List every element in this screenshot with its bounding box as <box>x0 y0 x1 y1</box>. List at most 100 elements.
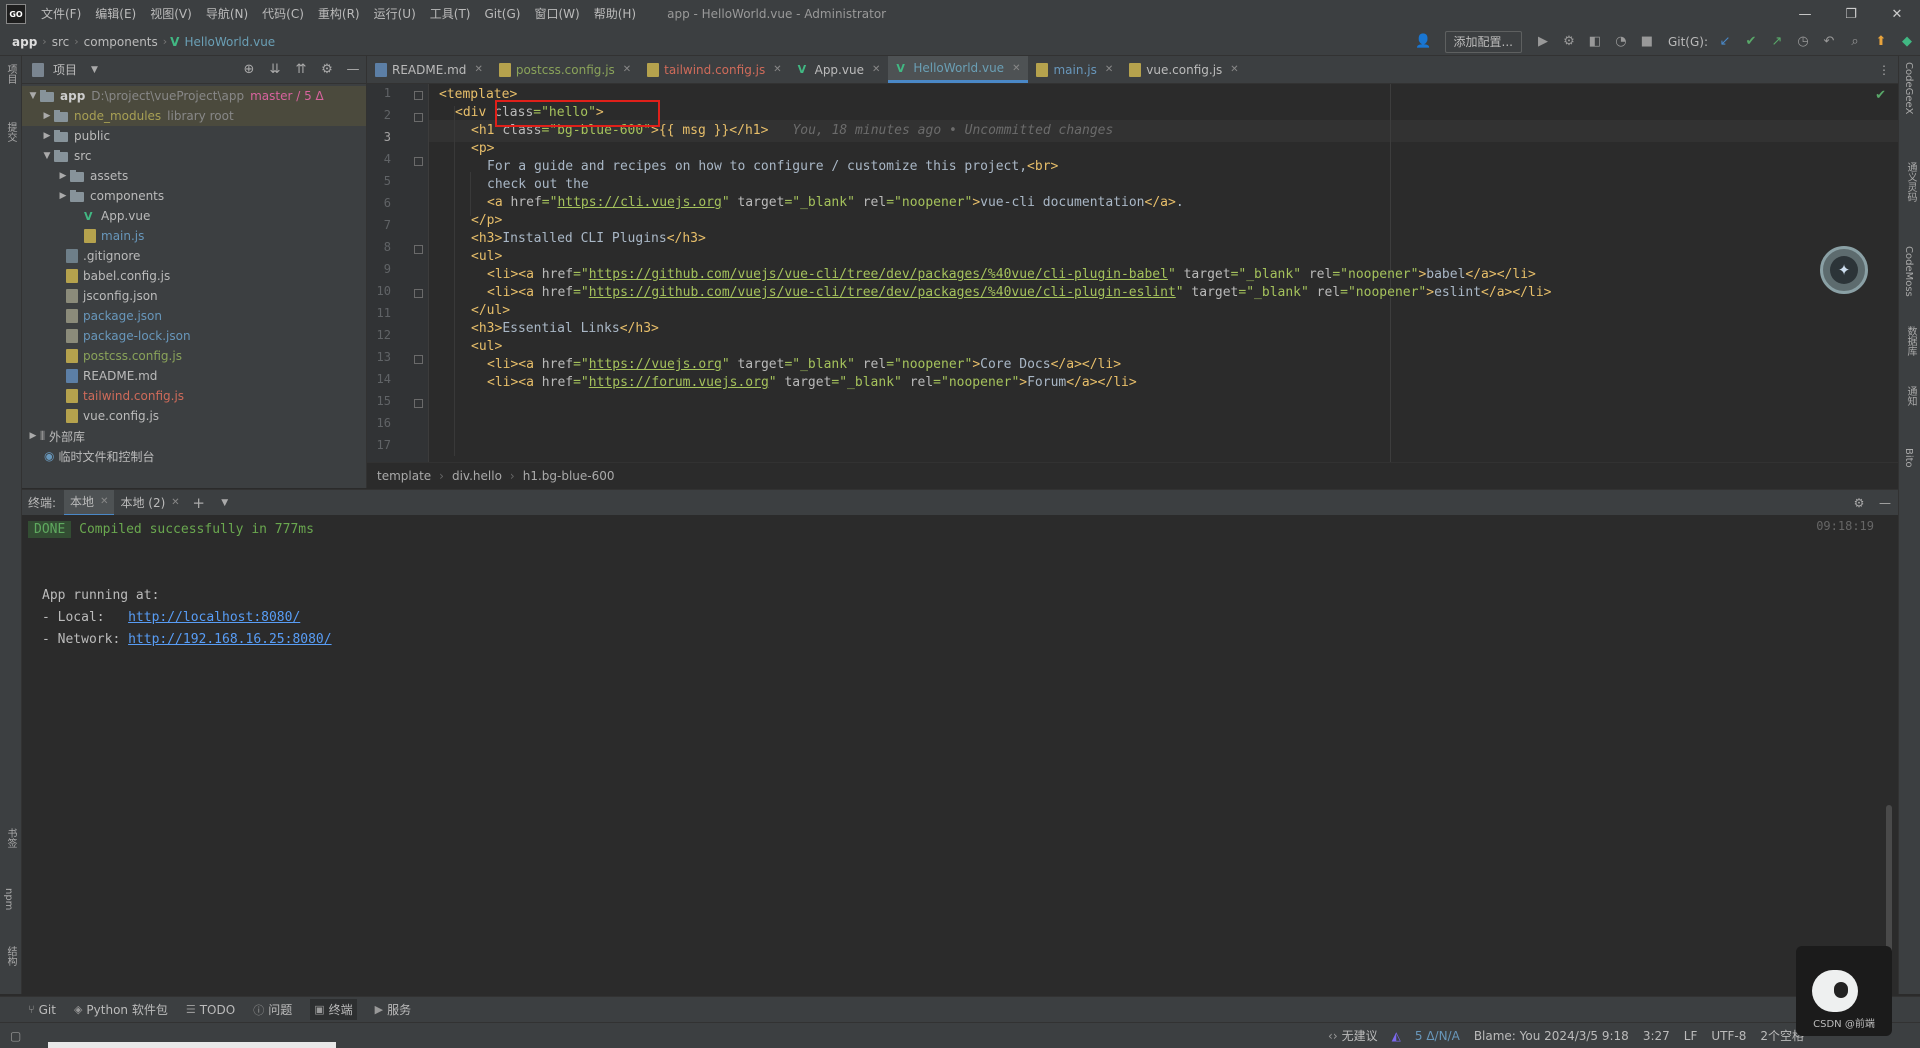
code-editor[interactable]: 1 2 3 4 5 6 7 8 9 10 11 12 13 14 15 16 1… <box>367 84 1898 462</box>
tab-helloworld-vue[interactable]: V HelloWorld.vue ✕ <box>888 56 1029 83</box>
chevron-down-icon[interactable]: ▼ <box>26 91 40 101</box>
terminal-tab-local[interactable]: 本地 ✕ <box>64 489 115 516</box>
tree-item-jsconfig[interactable]: jsconfig.json <box>22 286 366 306</box>
tool-tab-problems[interactable]: ⓘ 问题 <box>253 1001 292 1018</box>
menu-navigate[interactable]: 导航(N) <box>199 0 255 28</box>
fold-marker-icon[interactable] <box>414 289 423 298</box>
hide-panel-icon[interactable]: — <box>1872 496 1898 510</box>
git-commit-icon[interactable]: ✔ <box>1738 31 1764 53</box>
fold-marker-icon[interactable] <box>414 399 423 408</box>
strip-notifications-tab[interactable]: 通知 <box>1903 386 1918 406</box>
add-configuration-button[interactable]: 添加配置... <box>1444 30 1522 53</box>
local-url-link[interactable]: http://localhost:8080/ <box>128 610 300 625</box>
terminal-tab-local-2[interactable]: 本地 (2) ✕ <box>114 490 185 516</box>
search-icon[interactable]: ⌕ <box>1842 31 1868 53</box>
menu-code[interactable]: 代码(C) <box>255 0 311 28</box>
coverage-icon[interactable]: ◧ <box>1582 31 1608 53</box>
run-icon[interactable]: ▶ <box>1530 31 1556 53</box>
strip-database-tab[interactable]: 数据库 <box>1903 326 1918 356</box>
minimize-button[interactable]: — <box>1782 0 1828 28</box>
blame-status[interactable]: Blame: You 2024/3/5 9:18 <box>1474 1029 1629 1043</box>
close-icon[interactable]: ✕ <box>773 64 781 75</box>
tree-item-package-lock[interactable]: package-lock.json <box>22 326 366 346</box>
menu-help[interactable]: 帮助(H) <box>587 0 643 28</box>
close-window-button[interactable]: ✕ <box>1874 0 1920 28</box>
update-icon[interactable]: ⬆ <box>1868 31 1894 53</box>
file-encoding[interactable]: UTF-8 <box>1711 1029 1746 1043</box>
tree-item-scratches[interactable]: ◉ 临时文件和控制台 <box>22 446 366 466</box>
line-separator[interactable]: LF <box>1684 1029 1698 1043</box>
code-link[interactable]: https://cli.vuejs.org <box>557 195 721 210</box>
tree-item-app[interactable]: ▼ app D:\project\vueProject\app master /… <box>22 86 366 106</box>
code-link[interactable]: https://github.com/vuejs/vue-cli/tree/de… <box>589 285 1176 300</box>
tree-item-assets[interactable]: ▶ assets <box>22 166 366 186</box>
close-icon[interactable]: ✕ <box>1105 64 1113 75</box>
chevron-down-icon[interactable]: ▼ <box>91 65 98 75</box>
fold-marker-icon[interactable] <box>414 355 423 364</box>
tool-tab-terminal[interactable]: ▣ 终端 <box>310 999 357 1020</box>
git-push-icon[interactable]: ↗ <box>1764 31 1790 53</box>
breadcrumb-app[interactable]: app <box>10 35 39 49</box>
close-icon[interactable]: ✕ <box>171 497 179 508</box>
project-panel-title[interactable]: 项目 <box>53 61 77 78</box>
chevron-right-icon[interactable]: ▶ <box>40 131 54 141</box>
expand-all-icon[interactable]: ⇊ <box>262 62 288 77</box>
strip-tongyi-tab[interactable]: 通义灵码 <box>1903 162 1918 202</box>
menu-refactor[interactable]: 重构(R) <box>311 0 367 28</box>
corner-mascot-widget[interactable]: CSDN @前端 <box>1796 946 1892 1036</box>
tool-tab-todo[interactable]: ☰ TODO <box>186 1003 235 1017</box>
history-icon[interactable]: ◷ <box>1790 31 1816 53</box>
fold-marker-icon[interactable] <box>414 91 423 100</box>
menu-git[interactable]: Git(G) <box>477 0 527 28</box>
chevron-right-icon[interactable]: ▶ <box>40 111 54 121</box>
menu-run[interactable]: 运行(U) <box>367 0 423 28</box>
assistant-mascot-icon[interactable]: ✦ <box>1820 246 1868 294</box>
inspection-ok-icon[interactable]: ✔ <box>1875 88 1886 103</box>
chevron-right-icon[interactable]: ▶ <box>56 171 70 181</box>
tree-item-external-libraries[interactable]: ▶ ⫴ 外部库 <box>22 426 366 446</box>
tree-item-babel-config[interactable]: babel.config.js <box>22 266 366 286</box>
strip-structure-tab[interactable]: 结构 <box>3 946 18 966</box>
tree-item-node-modules[interactable]: ▶ node_modules library root <box>22 106 366 126</box>
editor-crumb-div[interactable]: div.hello <box>452 469 502 483</box>
close-icon[interactable]: ✕ <box>1012 63 1020 74</box>
tool-tab-python-packages[interactable]: ◈ Python 软件包 <box>74 1001 168 1018</box>
chevron-down-icon[interactable]: ▼ <box>40 151 54 161</box>
suggestion-status[interactable]: 无建议 <box>1342 1027 1378 1044</box>
close-icon[interactable]: ✕ <box>474 64 482 75</box>
network-url-link[interactable]: http://192.168.16.25:8080/ <box>128 632 332 647</box>
more-tabs-icon[interactable]: ⋮ <box>1870 56 1898 83</box>
add-terminal-icon[interactable]: + <box>186 494 212 512</box>
code-link[interactable]: https://github.com/vuejs/vue-cli/tree/de… <box>589 267 1168 282</box>
collapse-all-icon[interactable]: ⇈ <box>288 62 314 77</box>
strip-npm-tab[interactable]: npm <box>3 888 14 910</box>
cursor-position[interactable]: 3:27 <box>1643 1029 1670 1043</box>
code-link[interactable]: https://forum.vuejs.org <box>589 375 769 390</box>
strip-bookmarks-tab[interactable]: 书签 <box>3 828 18 848</box>
editor-crumb-template[interactable]: template <box>377 469 431 483</box>
tab-vue-config[interactable]: vue.config.js ✕ <box>1121 56 1246 83</box>
chevron-right-icon[interactable]: ▶ <box>56 191 70 201</box>
ai-status-icon[interactable]: ◭ <box>1392 1029 1401 1043</box>
fold-marker-icon[interactable] <box>414 113 423 122</box>
tree-item-components[interactable]: ▶ components <box>22 186 366 206</box>
restore-button[interactable]: ❐ <box>1828 0 1874 28</box>
chevron-down-icon[interactable]: ▼ <box>212 498 238 508</box>
close-icon[interactable]: ✕ <box>872 64 880 75</box>
gear-icon[interactable]: ⚙ <box>1846 496 1872 510</box>
menu-view[interactable]: 视图(V) <box>143 0 199 28</box>
plugin-icon[interactable]: ◆ <box>1894 31 1920 53</box>
tab-app-vue[interactable]: V App.vue ✕ <box>790 56 889 83</box>
menu-tools[interactable]: 工具(T) <box>423 0 478 28</box>
tree-item-tailwind-config[interactable]: tailwind.config.js <box>22 386 366 406</box>
tree-item-app-vue[interactable]: V App.vue <box>22 206 366 226</box>
strip-codemoss-tab[interactable]: CodeMoss <box>1903 246 1914 297</box>
tree-item-package-json[interactable]: package.json <box>22 306 366 326</box>
menu-edit[interactable]: 编辑(E) <box>88 0 143 28</box>
strip-codegeex-tab[interactable]: CodeGeeX <box>1903 62 1914 115</box>
tab-postcss-config[interactable]: postcss.config.js ✕ <box>491 56 639 83</box>
chevron-right-icon[interactable]: ▶ <box>26 431 40 441</box>
tree-item-gitignore[interactable]: .gitignore <box>22 246 366 266</box>
hide-panel-icon[interactable]: — <box>340 62 366 77</box>
git-changes-status[interactable]: 5 Δ/N/A <box>1415 1029 1460 1043</box>
